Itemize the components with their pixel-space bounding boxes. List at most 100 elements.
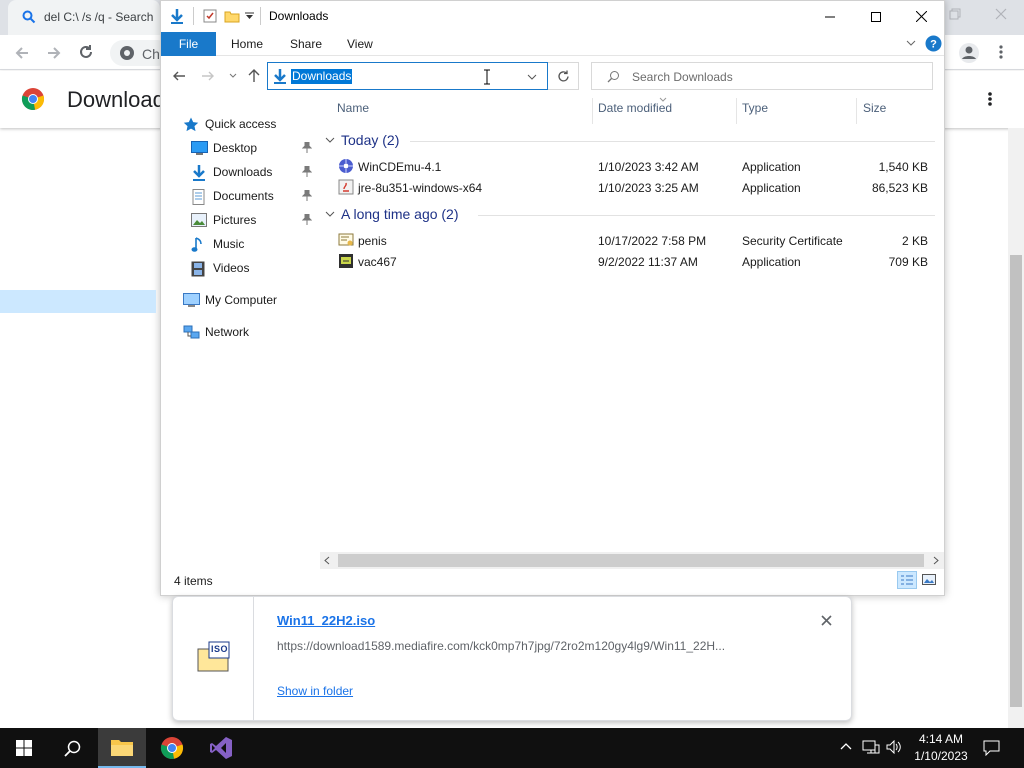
back-arrow-icon[interactable]: [13, 44, 31, 62]
text-cursor-icon: [483, 69, 491, 85]
new-folder-icon[interactable]: [224, 8, 240, 24]
file-type: Application: [742, 160, 801, 174]
file-row[interactable]: WinCDEmu-4.1 1/10/2023 3:42 AM Applicati…: [336, 156, 936, 177]
profile-icon[interactable]: [958, 42, 980, 64]
file-name: WinCDEmu-4.1: [358, 160, 442, 174]
back-arrow-icon[interactable]: [172, 69, 186, 83]
column-divider[interactable]: [736, 98, 737, 124]
maximize-icon: [871, 11, 881, 22]
taskbar-search-button[interactable]: [48, 728, 96, 768]
chrome-menu-icon[interactable]: [996, 44, 1006, 60]
file-explorer-window: Downloads File Home Share View ? Downloa…: [160, 0, 945, 596]
notification-icon[interactable]: [983, 740, 1000, 756]
up-arrow-icon[interactable]: [247, 68, 261, 83]
recent-locations-icon[interactable]: [229, 73, 237, 78]
status-bar: [160, 570, 945, 594]
show-in-folder-link[interactable]: Show in folder: [277, 684, 353, 698]
chevron-up-icon[interactable]: [840, 742, 852, 750]
close-icon[interactable]: [995, 8, 1007, 20]
details-view-button[interactable]: [897, 571, 917, 589]
reload-icon[interactable]: [77, 43, 95, 61]
close-button[interactable]: [898, 1, 944, 32]
chrome-logo-icon: [119, 45, 135, 61]
search-input[interactable]: Search Downloads: [591, 62, 933, 90]
pin-icon[interactable]: [302, 214, 312, 225]
refresh-icon: [557, 70, 570, 83]
documents-icon: [191, 189, 206, 205]
minimize-button[interactable]: [807, 1, 853, 32]
file-name: penis: [358, 234, 387, 248]
installer-icon: [338, 158, 354, 174]
volume-icon[interactable]: [886, 740, 902, 754]
tab-share[interactable]: Share: [278, 32, 334, 56]
column-header-date-modified[interactable]: Date modified: [598, 101, 672, 121]
sidebar-item-label: Network: [205, 325, 250, 339]
column-divider[interactable]: [592, 98, 593, 124]
taskbar-file-explorer[interactable]: [98, 728, 146, 768]
file-name: jre-8u351-windows-x64: [358, 181, 483, 195]
nav-selection-highlight: [0, 290, 156, 313]
scroll-left-icon[interactable]: [324, 556, 330, 565]
app-icon: [338, 253, 354, 269]
sidebar-item-label: Quick access: [205, 117, 277, 131]
close-icon[interactable]: [821, 615, 832, 626]
column-header-type[interactable]: Type: [742, 101, 768, 121]
taskbar-chrome[interactable]: [148, 728, 196, 768]
file-type: Application: [742, 255, 801, 269]
chrome-tab[interactable]: del C:\ /s /q - Search: [8, 0, 160, 35]
chrome-tab-title: del C:\ /s /q - Search: [44, 10, 154, 24]
group-header-today[interactable]: Today (2): [341, 132, 399, 148]
certificate-icon: [338, 232, 354, 248]
maximize-button[interactable]: [853, 1, 899, 32]
column-divider[interactable]: [856, 98, 857, 124]
start-button[interactable]: [0, 728, 48, 768]
clock-date: 1/10/2023: [914, 749, 968, 763]
forward-arrow-icon[interactable]: [201, 69, 215, 83]
group-header-long-time-ago[interactable]: A long time ago (2): [341, 206, 459, 222]
file-row[interactable]: penis 10/17/2022 7:58 PM Security Certif…: [336, 230, 936, 251]
chrome-logo-icon: [21, 87, 45, 111]
download-arrow-icon: [169, 8, 185, 24]
page-scrollbar-thumb[interactable]: [1010, 255, 1022, 707]
download-divider: [253, 597, 254, 720]
minimize-icon: [825, 16, 835, 17]
download-file-link[interactable]: Win11_22H2.iso: [277, 613, 375, 628]
customize-toolbar-icon[interactable]: [245, 12, 254, 20]
system-clock[interactable]: 4:14 AM 1/10/2023: [906, 731, 976, 765]
videos-icon: [191, 261, 205, 277]
column-header-size[interactable]: Size: [863, 101, 886, 121]
taskbar-visual-studio[interactable]: [197, 728, 245, 768]
pin-icon[interactable]: [302, 190, 312, 201]
network-status-icon[interactable]: [862, 739, 880, 755]
file-row[interactable]: vac467 9/2/2022 11:37 AM Application 709…: [336, 251, 936, 272]
column-header-name[interactable]: Name: [337, 101, 369, 121]
pin-icon[interactable]: [302, 142, 312, 153]
tab-home[interactable]: Home: [219, 32, 275, 56]
file-size: 86,523 KB: [871, 181, 928, 195]
file-row[interactable]: jre-8u351-windows-x64 1/10/2023 3:25 AM …: [336, 177, 936, 198]
pin-icon[interactable]: [302, 166, 312, 177]
restore-icon[interactable]: [949, 8, 961, 20]
more-options-icon[interactable]: [986, 91, 994, 107]
tab-file[interactable]: File: [161, 32, 216, 56]
large-icons-view-icon[interactable]: [922, 574, 936, 585]
clock-time: 4:14 AM: [918, 732, 964, 746]
properties-icon[interactable]: [202, 8, 218, 24]
expand-ribbon-icon[interactable]: [906, 40, 916, 46]
chevron-down-icon[interactable]: [527, 74, 537, 80]
tab-view[interactable]: View: [335, 32, 385, 56]
help-icon[interactable]: ?: [925, 35, 942, 52]
pictures-icon: [191, 213, 207, 227]
address-input[interactable]: Downloads: [291, 69, 353, 84]
window-title: Downloads: [269, 9, 329, 23]
refresh-button[interactable]: [548, 62, 579, 90]
chevron-down-icon[interactable]: [325, 136, 335, 144]
forward-arrow-icon[interactable]: [45, 44, 63, 62]
scroll-right-icon[interactable]: [933, 556, 939, 565]
windows-logo-icon: [16, 740, 32, 756]
horizontal-scrollbar-thumb[interactable]: [338, 554, 924, 567]
search-placeholder: Search Downloads: [632, 70, 733, 84]
download-bubble: ISO Win11_22H2.iso https://download1589.…: [172, 596, 852, 721]
chevron-down-icon[interactable]: [325, 210, 335, 218]
address-bar[interactable]: Downloads: [267, 62, 548, 90]
